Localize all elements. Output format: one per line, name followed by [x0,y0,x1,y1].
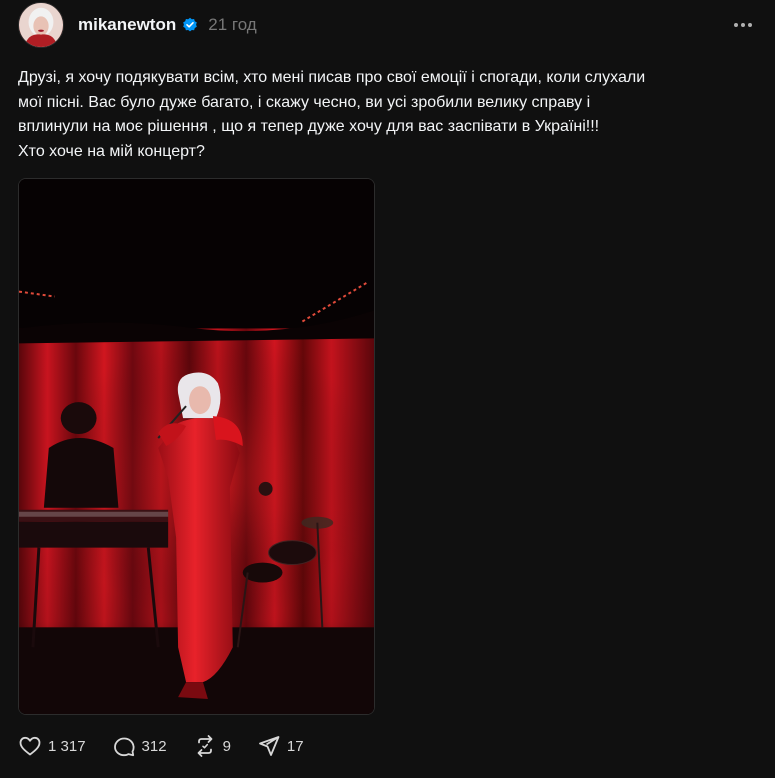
like-button[interactable]: 1 317 [18,734,86,758]
more-options-button[interactable] [731,14,755,36]
more-options-dot [741,23,745,27]
share-button[interactable]: 17 [257,734,304,758]
repost-count: 9 [222,737,231,755]
reply-button[interactable]: 312 [112,734,167,758]
comment-bubble-icon [113,737,135,757]
heart-icon [19,736,41,756]
post-actions: 1 317 312 9 17 [18,733,330,759]
post-caption: Друзі, я хочу подякувати всім, хто мені … [18,66,738,164]
more-options-icon [734,23,738,27]
thread-post: mikanewton 21 год Друзі, я хочу подякува… [0,0,775,778]
caption-line: мої пісні. Вас було дуже багато, і скажу… [18,93,591,111]
author-username[interactable]: mikanewton [78,15,176,35]
caption-line: Хто хоче на мій концерт? [18,142,205,160]
send-icon [259,736,280,756]
post-header: mikanewton 21 год [78,14,257,36]
more-options-dot [748,23,752,27]
post-photo[interactable] [18,178,375,715]
repost-icon [197,735,212,757]
repost-button[interactable]: 9 [193,734,231,758]
verified-badge-icon [182,17,198,33]
share-count: 17 [286,737,304,755]
like-count: 1 317 [48,737,86,755]
caption-line: вплинули на моє рішення , що я тепер дуж… [18,118,600,135]
reply-count: 312 [141,737,167,755]
caption-line: Друзі, я хочу подякувати всім, хто мені … [18,69,646,86]
post-timestamp[interactable]: 21 год [208,15,256,35]
author-avatar[interactable] [18,2,64,48]
